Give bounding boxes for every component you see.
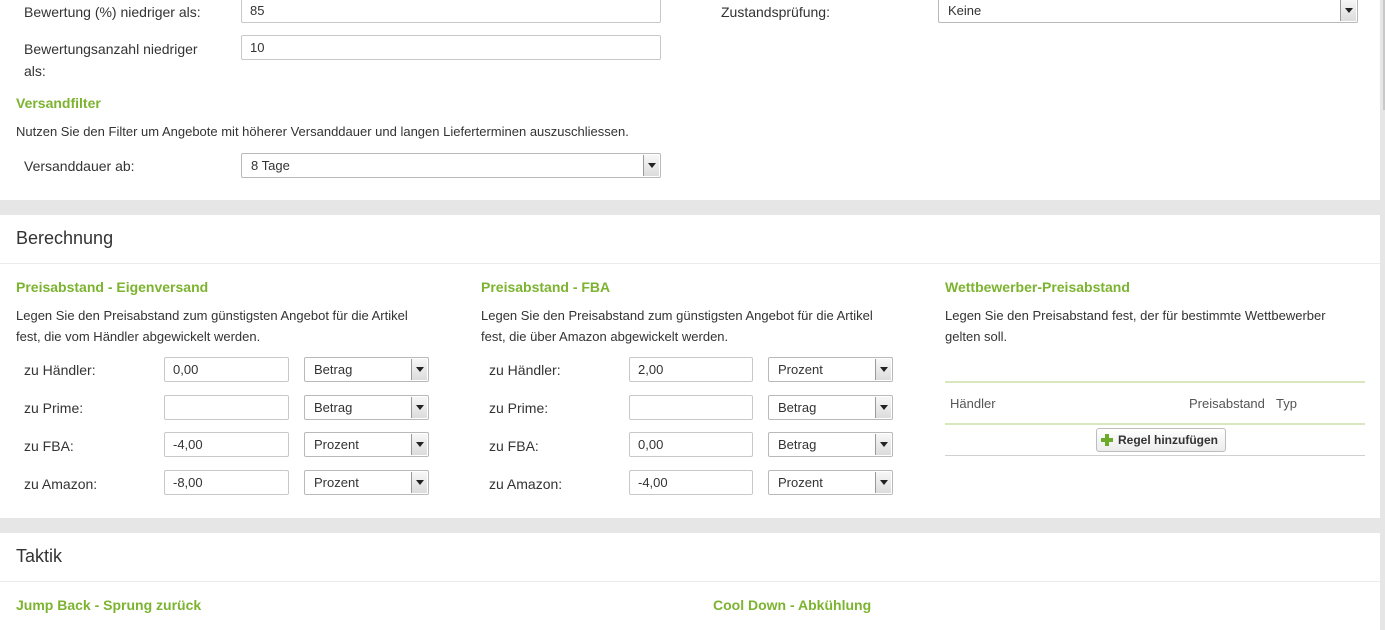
- jump-back-heading: Jump Back - Sprung zurück: [16, 597, 202, 613]
- shipping-duration-value: 8 Tage: [251, 158, 290, 173]
- own-prime-type-select[interactable]: Betrag: [304, 395, 429, 420]
- fba-fba-input[interactable]: [629, 432, 753, 457]
- calculation-title: Berechnung: [16, 228, 114, 248]
- rating-count-label: Bewertungsanzahl niedriger als:: [24, 38, 198, 82]
- fba-amazon-type-value: Prozent: [778, 475, 823, 490]
- fba-dealer-type-value: Prozent: [778, 362, 823, 377]
- shipping-duration-select[interactable]: 8 Tage: [241, 153, 661, 178]
- add-rule-button-label: Regel hinzufügen: [1118, 433, 1218, 447]
- competitor-desc-line2: gelten soll.: [945, 329, 1008, 344]
- cool-down-heading: Cool Down - Abkühlung: [713, 597, 872, 613]
- calculation-panel: Berechnung Preisabstand - Eigenversand L…: [0, 215, 1380, 518]
- own-amazon-type-value: Prozent: [314, 475, 359, 490]
- fba-fba-type-value: Betrag: [778, 437, 817, 452]
- own-shipping-desc-line1: Legen Sie den Preisabstand zum günstigst…: [16, 308, 408, 323]
- fba-amazon-input[interactable]: [629, 470, 753, 495]
- own-amazon-label: zu Amazon:: [24, 476, 98, 492]
- own-prime-type-value: Betrag: [314, 400, 353, 415]
- plus-icon: [1101, 434, 1113, 446]
- competitor-table-bottom-border: [945, 455, 1365, 456]
- fba-amazon-type-select[interactable]: Prozent: [768, 470, 893, 495]
- competitor-desc-line1: Legen Sie den Preisabstand fest, der für…: [945, 308, 1326, 323]
- condition-select-value: Keine: [948, 3, 982, 18]
- own-amazon-type-select[interactable]: Prozent: [304, 470, 429, 495]
- own-dealer-label: zu Händler:: [24, 362, 96, 378]
- competitor-table-top-border: [945, 381, 1365, 383]
- rating-count-label-line1: Bewertungsanzahl niedriger: [24, 41, 198, 57]
- rating-input[interactable]: [241, 0, 661, 23]
- chevron-down-icon: [411, 434, 427, 455]
- chevron-down-icon: [411, 397, 427, 418]
- competitor-col-type: Typ: [1276, 396, 1297, 411]
- chevron-down-icon: [875, 397, 891, 418]
- own-prime-label: zu Prime:: [24, 400, 84, 416]
- filter-panel: Bewertung (%) niedriger als: Bewertungsa…: [0, 0, 1380, 200]
- own-fba-input[interactable]: [164, 432, 289, 457]
- fba-dealer-label: zu Händler:: [489, 362, 561, 378]
- own-shipping-description: Legen Sie den Preisabstand zum günstigst…: [16, 305, 408, 347]
- own-dealer-type-select[interactable]: Betrag: [304, 357, 429, 382]
- fba-prime-input[interactable]: [629, 395, 753, 420]
- chevron-down-icon: [1340, 0, 1356, 21]
- own-fba-label: zu FBA:: [24, 438, 74, 454]
- shipping-duration-label: Versanddauer ab:: [24, 158, 135, 174]
- own-fba-type-select[interactable]: Prozent: [304, 432, 429, 457]
- rating-label: Bewertung (%) niedriger als:: [24, 4, 201, 20]
- fba-prime-type-value: Betrag: [778, 400, 817, 415]
- fba-prime-type-select[interactable]: Betrag: [768, 395, 893, 420]
- own-amazon-input[interactable]: [164, 470, 289, 495]
- fba-dealer-input[interactable]: [629, 357, 753, 382]
- own-shipping-desc-line2: fest, die vom Händler abgewickelt werden…: [16, 329, 261, 344]
- own-prime-input[interactable]: [164, 395, 289, 420]
- chevron-down-icon: [643, 155, 659, 176]
- competitor-col-dealer: Händler: [950, 396, 996, 411]
- calculation-title-divider: [0, 263, 1380, 264]
- competitor-col-gap: Preisabstand: [1189, 396, 1265, 411]
- tactic-title: Taktik: [16, 546, 63, 566]
- own-shipping-heading: Preisabstand - Eigenversand: [16, 279, 209, 295]
- add-rule-button[interactable]: Regel hinzufügen: [1096, 428, 1226, 452]
- chevron-down-icon: [411, 472, 427, 493]
- condition-label: Zustandsprüfung:: [721, 4, 830, 20]
- fba-heading: Preisabstand - FBA: [481, 279, 611, 295]
- fba-fba-type-select[interactable]: Betrag: [768, 432, 893, 457]
- chevron-down-icon: [875, 472, 891, 493]
- chevron-down-icon: [411, 359, 427, 380]
- shipping-filter-description: Nutzen Sie den Filter um Angebote mit hö…: [16, 124, 629, 139]
- competitor-description: Legen Sie den Preisabstand fest, der für…: [945, 305, 1326, 347]
- shipping-filter-heading: Versandfilter: [16, 95, 101, 111]
- fba-desc-line1: Legen Sie den Preisabstand zum günstigst…: [481, 308, 873, 323]
- rating-count-label-line2: als:: [24, 63, 46, 79]
- fba-prime-label: zu Prime:: [489, 400, 549, 416]
- rating-count-input[interactable]: [241, 35, 661, 60]
- fba-amazon-label: zu Amazon:: [489, 476, 563, 492]
- own-dealer-type-value: Betrag: [314, 362, 353, 377]
- chevron-down-icon: [875, 359, 891, 380]
- competitor-table-header-border: [945, 423, 1365, 425]
- chevron-down-icon: [875, 434, 891, 455]
- competitor-heading: Wettbewerber-Preisabstand: [945, 279, 1130, 295]
- fba-dealer-type-select[interactable]: Prozent: [768, 357, 893, 382]
- fba-desc-line2: fest, die über Amazon abgewickelt werden…: [481, 329, 729, 344]
- tactic-title-divider: [0, 581, 1380, 582]
- fba-description: Legen Sie den Preisabstand zum günstigst…: [481, 305, 873, 347]
- own-dealer-input[interactable]: [164, 357, 289, 382]
- tactic-panel: Taktik Jump Back - Sprung zurück Cool Do…: [0, 533, 1380, 630]
- condition-select[interactable]: Keine: [938, 0, 1358, 23]
- fba-fba-label: zu FBA:: [489, 438, 539, 454]
- own-fba-type-value: Prozent: [314, 437, 359, 452]
